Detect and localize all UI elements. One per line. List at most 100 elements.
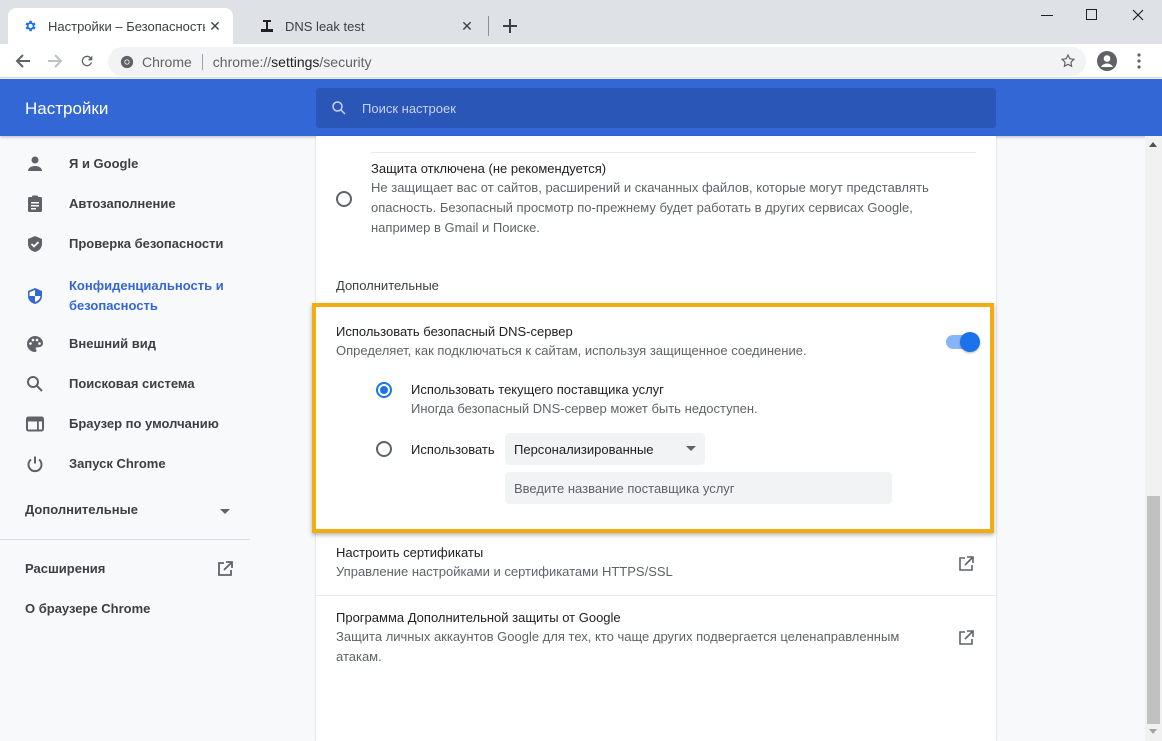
sidebar-item-appearance[interactable]: Внешний вид <box>0 324 256 364</box>
power-icon <box>24 453 46 475</box>
sidebar-item-privacy-security[interactable]: Конфиденциальность и безопасность <box>0 272 256 320</box>
settings-card: Защита отключена (не рекомендуется) Не з… <box>312 136 996 741</box>
sidebar-link-about-chrome[interactable]: О браузере Chrome <box>25 601 150 616</box>
desc-line: опасность. Безопасный просмотр по-прежне… <box>371 200 913 215</box>
current-provider-title: Использовать текущего поставщика услуг <box>411 382 664 397</box>
palette-icon <box>24 333 46 355</box>
close-window-button[interactable] <box>1115 0 1161 30</box>
certificates-title[interactable]: Настроить сертификаты <box>336 545 483 560</box>
person-icon <box>24 153 46 175</box>
sidebar-item-label: Конфиденциальность и безопасность <box>69 276 224 316</box>
forward-button[interactable] <box>41 47 69 75</box>
sidebar-item-autofill[interactable]: Автозаполнение <box>0 184 256 224</box>
sidebar-item-you-and-google[interactable]: Я и Google <box>0 144 256 184</box>
tab-settings-security[interactable]: Настройки – Безопасность ✕ <box>8 8 233 44</box>
provider-select-value: Персонализированные <box>514 441 654 457</box>
sidebar-item-label: Браузер по умолчанию <box>69 416 219 431</box>
sidebar-item-label: Автозаполнение <box>69 196 176 211</box>
tab-title: DNS leak test <box>285 18 365 34</box>
sidebar-item-default-browser[interactable]: Браузер по умолчанию <box>0 404 256 444</box>
dropdown-arrow-icon <box>686 446 696 451</box>
menu-button[interactable] <box>1125 47 1153 75</box>
current-provider-radio[interactable] <box>376 382 392 398</box>
search-icon <box>332 101 346 115</box>
desc-line: Защита личных аккаунтов Google для тех, … <box>336 629 900 644</box>
account-icon <box>1097 51 1117 71</box>
maximize-button[interactable] <box>1069 0 1115 30</box>
search-icon <box>24 373 46 395</box>
maximize-icon <box>1086 9 1097 20</box>
open-in-new-icon[interactable] <box>956 628 976 648</box>
secure-dns-title: Использовать безопасный DNS-сервер <box>336 324 573 339</box>
profile-button[interactable] <box>1093 47 1121 75</box>
plus-icon <box>503 19 517 33</box>
sidebar: Я и Google Автозаполнение Проверка безоп… <box>0 136 256 741</box>
advanced-protection-title[interactable]: Программа Дополнительной защиты от Googl… <box>336 610 621 625</box>
row-divider <box>371 152 976 153</box>
sidebar-item-safety-check[interactable]: Проверка безопасности <box>0 224 256 264</box>
label-line-1: Конфиденциальность и <box>69 278 224 293</box>
custom-provider-label: Использовать <box>411 442 495 457</box>
scroll-down-arrow-icon[interactable] <box>1149 729 1157 734</box>
current-provider-desc: Иногда безопасный DNS-сервер может быть … <box>411 401 758 416</box>
url-text: chrome://settings/security <box>213 54 372 70</box>
sidebar-advanced-toggle[interactable]: Дополнительные <box>25 502 138 517</box>
sidebar-item-label: Я и Google <box>69 156 139 171</box>
desc-line: атакам. <box>336 649 382 664</box>
search-placeholder: Поиск настроек <box>362 100 456 116</box>
no-protection-title: Защита отключена (не рекомендуется) <box>371 161 607 176</box>
label-line-2: безопасность <box>69 298 158 313</box>
browser-window-icon <box>24 413 46 435</box>
row-divider <box>316 595 996 596</box>
more-vertical-icon <box>1137 53 1141 69</box>
sidebar-item-on-startup[interactable]: Запуск Chrome <box>0 444 256 484</box>
open-in-new-icon[interactable] <box>956 554 976 574</box>
sidebar-item-search-engine[interactable]: Поисковая система <box>0 364 256 404</box>
address-bar[interactable]: Chrome chrome://settings/security <box>108 47 1086 76</box>
provider-select[interactable]: Персонализированные <box>505 433 705 465</box>
tab-dns-leak-test[interactable]: DNS leak test ✕ <box>245 8 485 44</box>
minimize-icon <box>1041 15 1053 16</box>
no-protection-desc: Не защищает вас от сайтов, расширений и … <box>371 178 929 238</box>
reload-icon <box>81 55 93 67</box>
sidebar-link-extensions[interactable]: Расширения <box>25 561 105 576</box>
settings-search[interactable]: Поиск настроек <box>316 88 996 128</box>
url-host: settings <box>271 53 320 70</box>
new-tab-button[interactable] <box>498 14 522 38</box>
custom-provider-radio[interactable] <box>376 441 392 457</box>
reload-button[interactable] <box>73 47 101 75</box>
scroll-up-arrow-icon[interactable] <box>1149 142 1157 147</box>
open-in-new-icon[interactable] <box>216 560 234 578</box>
omnibox-separator <box>201 53 203 70</box>
settings-header: Настройки Поиск настроек <box>0 79 1162 136</box>
section-title-advanced: Дополнительные <box>336 278 439 293</box>
gear-icon <box>22 18 38 34</box>
shield-check-icon <box>24 233 46 255</box>
chrome-logo-icon <box>120 55 134 68</box>
secure-dns-toggle[interactable] <box>944 332 980 352</box>
url-path: /security <box>319 53 372 70</box>
advanced-protection-desc: Защита личных аккаунтов Google для тех, … <box>336 627 899 667</box>
sidebar-item-label: Проверка безопасности <box>69 236 224 251</box>
back-button[interactable] <box>9 47 37 75</box>
certificates-desc: Управление настройками и сертификатами H… <box>336 564 673 579</box>
close-tab-icon[interactable]: ✕ <box>205 16 225 36</box>
close-icon <box>1132 9 1144 21</box>
close-tab-icon[interactable]: ✕ <box>457 16 477 36</box>
tab-title: Настройки – Безопасность <box>48 18 205 34</box>
caret-down-icon[interactable] <box>220 509 230 514</box>
sidebar-item-label: Запуск Chrome <box>69 456 166 471</box>
no-protection-radio[interactable] <box>336 191 352 207</box>
custom-provider-input[interactable] <box>505 472 892 504</box>
page-scrollbar[interactable] <box>1145 136 1162 741</box>
page-title: Настройки <box>25 99 109 118</box>
minimize-button[interactable] <box>1024 0 1070 30</box>
bookmark-star-icon[interactable] <box>1060 53 1076 69</box>
site-chip: Chrome <box>142 53 192 70</box>
sidebar-item-label: Поисковая система <box>69 376 195 391</box>
title-bar: Настройки – Безопасность ✕ DNS leak test… <box>0 0 1162 44</box>
clipboard-icon <box>24 193 46 215</box>
scrollbar-thumb[interactable] <box>1147 496 1160 724</box>
privacy-shield-icon <box>24 285 46 307</box>
url-scheme: chrome:// <box>212 53 272 70</box>
